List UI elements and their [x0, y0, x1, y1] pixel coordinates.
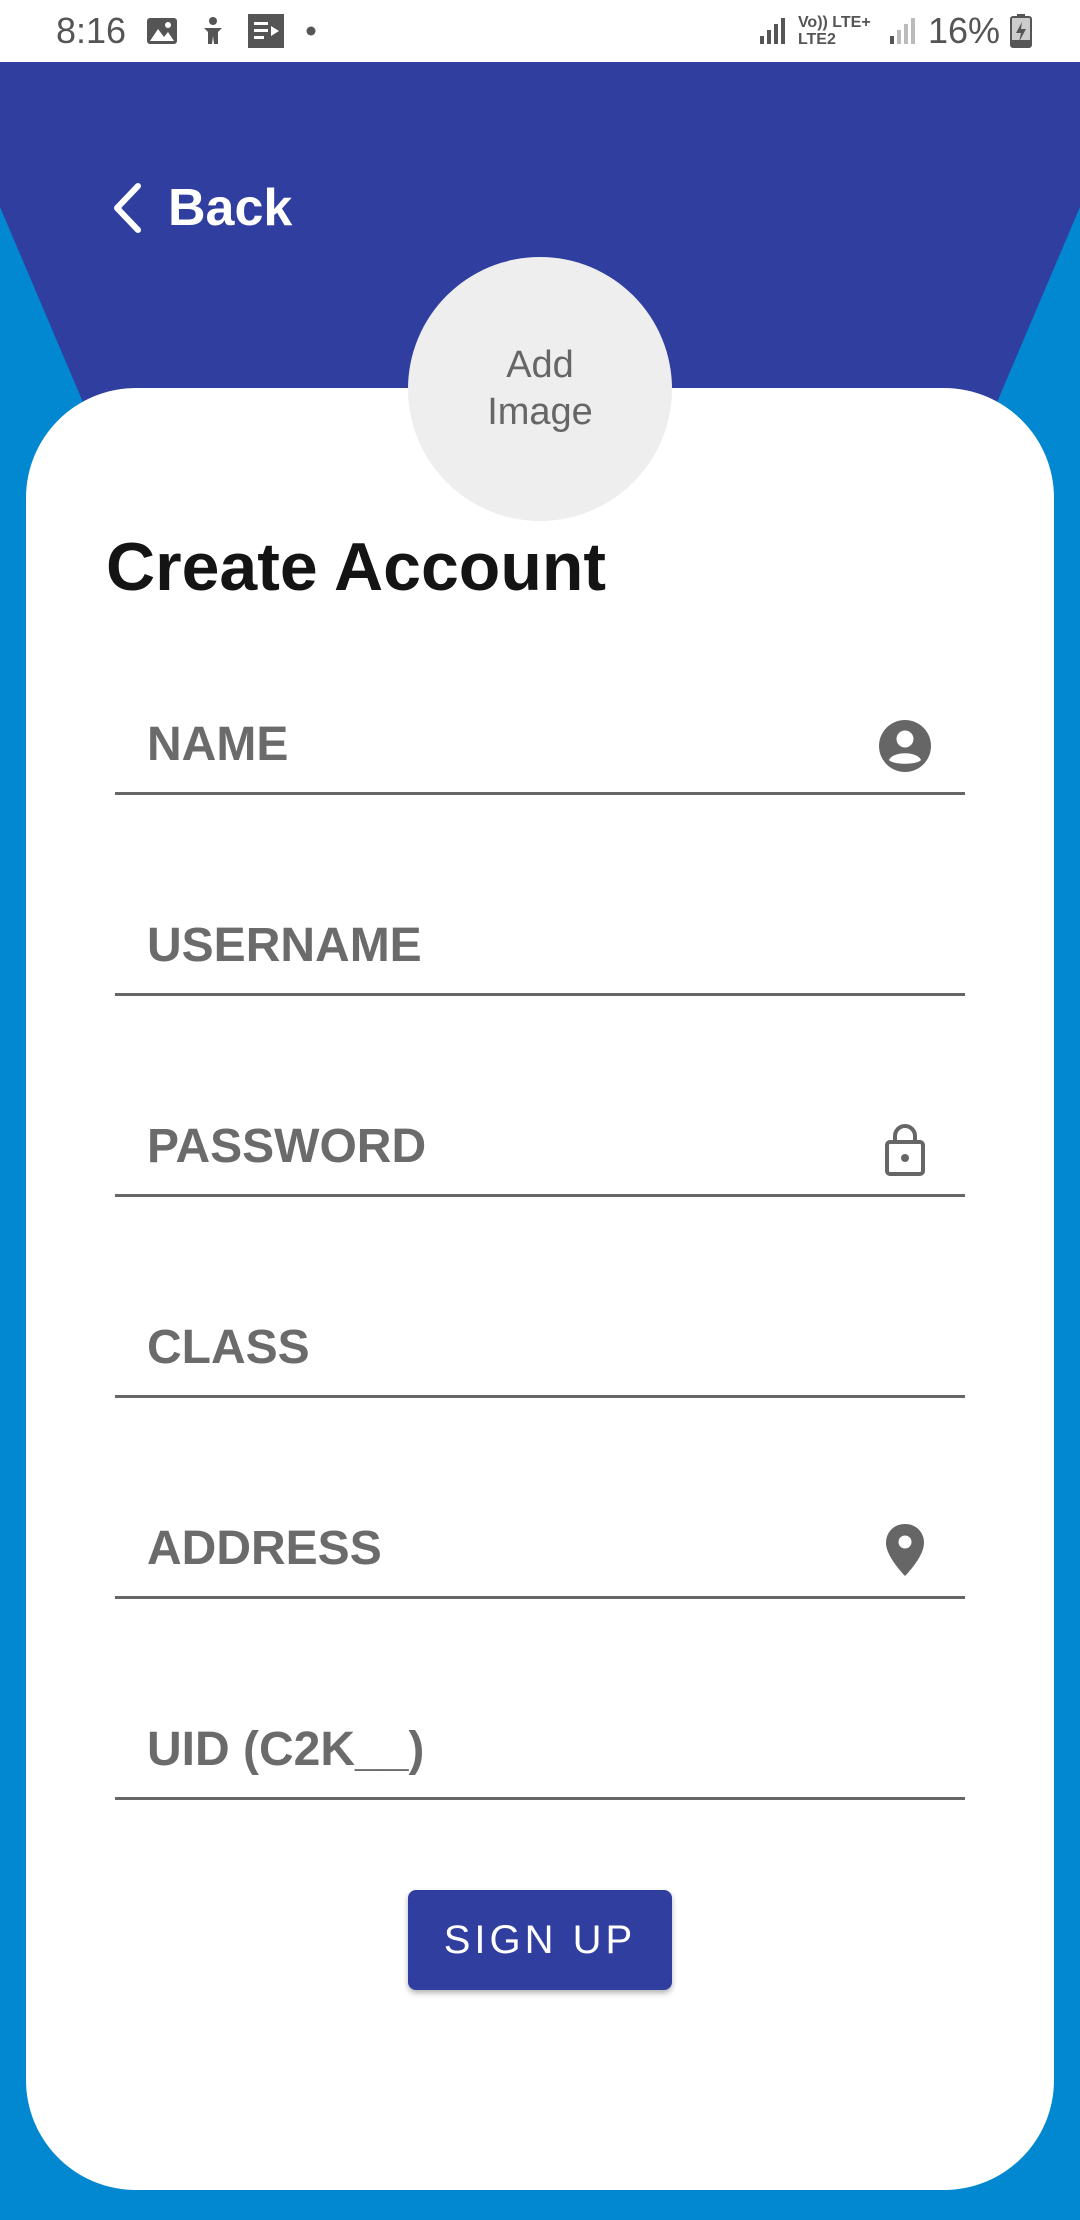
uid-input[interactable]: [145, 1713, 889, 1785]
back-label: Back: [168, 179, 293, 237]
address-field: [115, 1496, 965, 1599]
status-bar: 8:16 Vo)) LTE+ LTE2 16%: [0, 0, 1080, 62]
name-input[interactable]: [145, 708, 889, 780]
account-circle-icon: [879, 720, 931, 772]
address-input[interactable]: [145, 1512, 889, 1584]
password-input[interactable]: [145, 1110, 889, 1182]
add-image-button[interactable]: Add Image: [408, 257, 672, 521]
media-icon: [248, 14, 285, 48]
username-input[interactable]: [145, 909, 889, 981]
back-button[interactable]: Back: [112, 178, 292, 238]
image-icon: [147, 18, 178, 44]
lock-icon: [885, 1124, 925, 1176]
chevron-left-icon: [114, 183, 141, 233]
uid-field: [115, 1697, 965, 1800]
status-time: 8:16: [56, 10, 127, 51]
network-type: Vo)) LTE+ LTE2: [797, 14, 871, 48]
signal-icon: [759, 18, 785, 44]
class-field: [115, 1295, 965, 1398]
accessibility-icon: [204, 17, 223, 44]
signal-icon-2: [889, 18, 915, 44]
dot-icon: [306, 26, 316, 36]
battery-icon: [1010, 14, 1032, 48]
add-image-label: Add Image: [487, 344, 593, 433]
battery-percent: 16%: [927, 10, 1000, 51]
password-field: [115, 1094, 965, 1197]
page-title: Create Account: [106, 529, 607, 605]
username-field: [115, 893, 965, 996]
location-pin-icon: [886, 1524, 924, 1576]
class-input[interactable]: [145, 1311, 889, 1383]
sign-up-button[interactable]: SIGN UP: [408, 1890, 672, 1990]
name-field: [115, 692, 965, 795]
